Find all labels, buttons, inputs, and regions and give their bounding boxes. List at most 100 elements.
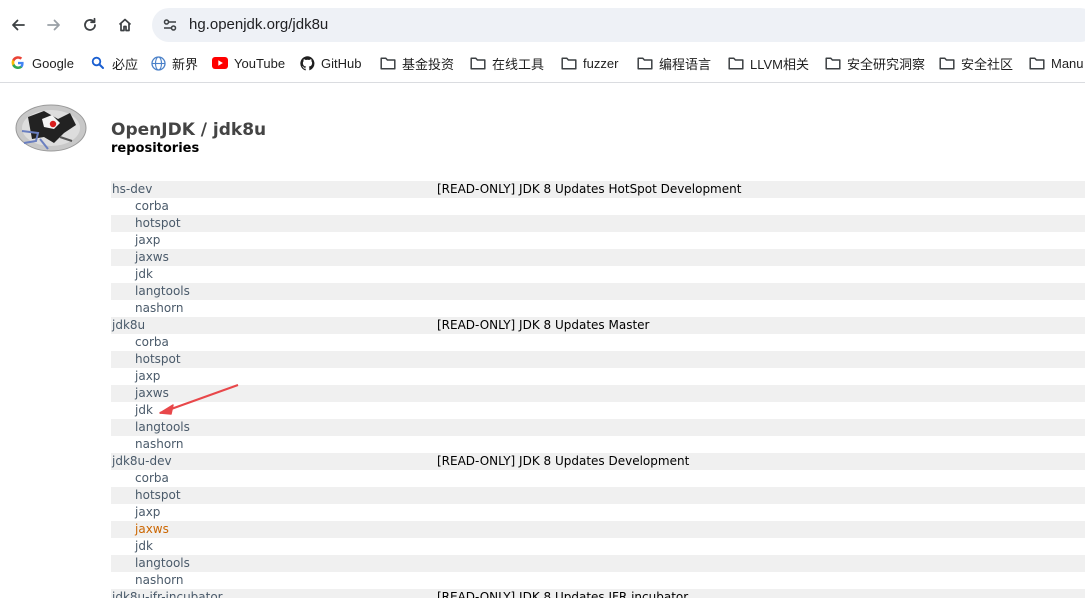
subrepo-link[interactable]: hotspot [135,488,181,502]
youtube-icon [212,55,228,71]
repo-description: [READ-ONLY] JDK 8 Updates Development [437,454,690,468]
subrepo-link[interactable]: corba [135,199,169,213]
bookmark-编程语言[interactable]: 编程语言 [637,52,711,74]
repo-link[interactable]: hs-dev [112,182,152,196]
subrepo-link[interactable]: jdk [135,539,153,553]
bookmark-基金投资[interactable]: 基金投资 [380,52,454,74]
subrepo-link[interactable]: jaxp [135,505,160,519]
table-row: nashorn [111,300,1085,317]
table-row: corba [111,198,1085,215]
arrow-left-icon [12,19,25,31]
bookmark-label: fuzzer [583,55,619,71]
table-row: jaxws [111,385,1085,402]
bookmark-label: YouTube [234,55,286,71]
reload-icon [84,17,96,31]
bookmark-llvm相关[interactable]: LLVM相关 [728,52,809,74]
subrepo-link[interactable]: hotspot [135,352,181,366]
bookmark-在线工具[interactable]: 在线工具 [470,52,544,74]
subrepo-link[interactable]: jaxws [135,386,169,400]
bookmark-label: Manu [1051,55,1084,71]
browser-toolbar: hg.openjdk.org/jdk8u Google 必应 新界 YouTube Gi… [0,0,1085,83]
folder-icon [561,55,577,71]
table-row: hs-dev [READ-ONLY] JDK 8 Updates HotSpot … [111,181,1085,198]
table-row: langtools [111,283,1085,300]
bookmark-label: 安全研究洞察 [847,56,926,72]
subrepo-link[interactable]: jdk [135,267,153,281]
table-row: langtools [111,555,1085,572]
folder-icon [728,55,744,71]
subrepo-link[interactable]: langtools [135,284,190,298]
subrepo-link[interactable]: jaxp [135,369,160,383]
url-text[interactable]: hg.openjdk.org/jdk8u [189,16,328,33]
bookmark-manu[interactable]: Manu [1029,52,1084,74]
forward-button[interactable] [39,10,69,40]
table-row: corba [111,334,1085,351]
folder-icon [825,55,841,71]
bookmark-安全社区[interactable]: 安全社区 [939,52,1013,74]
site-settings-icon[interactable] [160,15,180,35]
bookmark-github[interactable]: GitHub [299,52,361,74]
table-row: jaxws [111,521,1085,538]
table-row: jdk8u-dev [READ-ONLY] JDK 8 Updates Devel… [111,453,1085,470]
openjdk-logo[interactable] [14,103,88,153]
reload-button[interactable] [75,10,105,40]
bookmarks-bar: Google 必应 新界 YouTube GitHub 基金投资 在线工具 fuzzer 编程语… [0,52,1085,74]
table-row: nashorn [111,436,1085,453]
folder-icon [470,55,486,71]
repo-link[interactable]: jdk8u [112,318,145,332]
table-row: jdk8u-jfr-incubator [READ-ONLY] JDK 8 Upd… [111,589,1085,598]
page-content: OpenJDK / jdk8u repositories hs-dev [READ… [0,83,1085,598]
bookmark-label: LLVM相关 [750,56,809,72]
subrepo-link[interactable]: corba [135,335,169,349]
table-row: hotspot [111,487,1085,504]
repo-link[interactable]: jdk8u-jfr-incubator [112,590,223,598]
page-title: OpenJDK / jdk8u [111,120,267,140]
table-row: jaxws [111,249,1085,266]
subrepo-link[interactable]: jaxws [135,250,169,264]
bookmark-youtube[interactable]: YouTube [212,52,285,74]
repo-link[interactable]: jdk8u-dev [112,454,172,468]
bookmark-label: 在线工具 [492,56,545,72]
subrepo-link[interactable]: nashorn [135,301,184,315]
folder-icon [939,55,955,71]
subrepo-link[interactable]: jaxp [135,233,160,247]
folder-icon [637,55,653,71]
arrow-right-icon [47,19,60,31]
repo-description: [READ-ONLY] JDK 8 Updates JFR incubator [437,590,689,598]
subrepo-link[interactable]: nashorn [135,437,184,451]
subrepo-link[interactable]: corba [135,471,169,485]
bookmark-fuzzer[interactable]: fuzzer [561,52,618,74]
subrepo-link[interactable]: jdk [135,403,153,417]
subrepo-link[interactable]: hotspot [135,216,181,230]
home-button[interactable] [110,10,140,40]
subrepo-link[interactable]: langtools [135,556,190,570]
bookmark-label: 安全社区 [961,56,1014,72]
table-row: jaxp [111,232,1085,249]
bookmark-新界[interactable]: 新界 [150,52,198,74]
bookmark-label: 基金投资 [402,56,455,72]
table-row: nashorn [111,572,1085,589]
subrepo-link[interactable]: langtools [135,420,190,434]
bookmark-google[interactable]: Google [10,52,74,74]
table-row: jdk [111,402,1085,419]
search-icon [90,55,106,71]
github-icon [299,55,315,71]
table-row: jdk [111,266,1085,283]
table-row: corba [111,470,1085,487]
address-bar[interactable]: hg.openjdk.org/jdk8u [152,8,1085,42]
subrepo-link[interactable]: jaxws [135,522,169,536]
table-row: hotspot [111,215,1085,232]
repo-description: [READ-ONLY] JDK 8 Updates HotSpot Develo… [437,182,742,196]
home-icon [118,18,132,32]
bookmark-label: 编程语言 [659,56,712,72]
bookmark-label: Google [32,55,74,71]
folder-icon [1029,55,1045,71]
bookmark-必应[interactable]: 必应 [90,52,138,74]
bookmark-安全研究洞察[interactable]: 安全研究洞察 [825,52,925,74]
table-row: langtools [111,419,1085,436]
folder-icon [380,55,396,71]
back-button[interactable] [3,10,33,40]
bookmark-label: 必应 [112,56,139,72]
subrepo-link[interactable]: nashorn [135,573,184,587]
table-row: hotspot [111,351,1085,368]
